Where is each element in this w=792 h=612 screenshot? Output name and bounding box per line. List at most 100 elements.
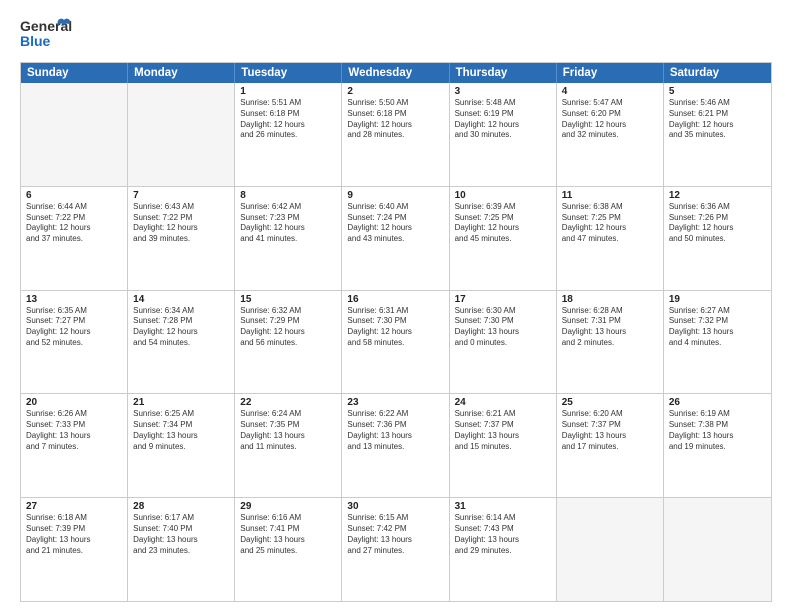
day-number: 15 [240, 294, 336, 305]
day-number: 4 [562, 86, 658, 97]
cell-line: Sunset: 7:39 PM [26, 524, 122, 535]
cell-line: Daylight: 13 hours [455, 535, 551, 546]
cell-line: Daylight: 13 hours [669, 431, 766, 442]
cell-line: Sunset: 7:41 PM [240, 524, 336, 535]
calendar-cell: 26Sunrise: 6:19 AMSunset: 7:38 PMDayligh… [664, 394, 771, 497]
day-number: 7 [133, 190, 229, 201]
cell-line: Sunrise: 6:38 AM [562, 202, 658, 213]
cell-line: and 25 minutes. [240, 546, 336, 557]
calendar-cell: 14Sunrise: 6:34 AMSunset: 7:28 PMDayligh… [128, 291, 235, 394]
day-number: 18 [562, 294, 658, 305]
cell-line: Sunrise: 6:42 AM [240, 202, 336, 213]
calendar-week-row: 27Sunrise: 6:18 AMSunset: 7:39 PMDayligh… [21, 497, 771, 601]
calendar-day-header: Monday [128, 63, 235, 83]
cell-line: and 2 minutes. [562, 338, 658, 349]
cell-line: and 21 minutes. [26, 546, 122, 557]
cell-line: Sunrise: 5:46 AM [669, 98, 766, 109]
day-number: 19 [669, 294, 766, 305]
day-number: 2 [347, 86, 443, 97]
cell-line: Sunrise: 5:50 AM [347, 98, 443, 109]
cell-line: Sunrise: 6:34 AM [133, 306, 229, 317]
cell-line: Daylight: 12 hours [562, 223, 658, 234]
calendar-cell: 22Sunrise: 6:24 AMSunset: 7:35 PMDayligh… [235, 394, 342, 497]
cell-line: Daylight: 12 hours [669, 120, 766, 131]
cell-line: and 28 minutes. [347, 130, 443, 141]
cell-line: Sunrise: 6:14 AM [455, 513, 551, 524]
svg-text:Blue: Blue [20, 33, 51, 49]
calendar-body: 1Sunrise: 5:51 AMSunset: 6:18 PMDaylight… [21, 83, 771, 601]
cell-line: Sunset: 7:40 PM [133, 524, 229, 535]
cell-line: and 26 minutes. [240, 130, 336, 141]
cell-line: Sunrise: 6:21 AM [455, 409, 551, 420]
cell-line: Sunrise: 6:16 AM [240, 513, 336, 524]
cell-line: Sunset: 7:28 PM [133, 316, 229, 327]
logo-svg: GeneralBlue [20, 16, 72, 54]
cell-line: and 30 minutes. [455, 130, 551, 141]
cell-line: Daylight: 12 hours [347, 223, 443, 234]
cell-line: and 47 minutes. [562, 234, 658, 245]
cell-line: Sunset: 7:42 PM [347, 524, 443, 535]
calendar-cell: 2Sunrise: 5:50 AMSunset: 6:18 PMDaylight… [342, 83, 449, 186]
cell-line: Sunset: 7:43 PM [455, 524, 551, 535]
cell-line: Daylight: 12 hours [562, 120, 658, 131]
cell-line: Sunset: 7:37 PM [455, 420, 551, 431]
calendar-week-row: 20Sunrise: 6:26 AMSunset: 7:33 PMDayligh… [21, 393, 771, 497]
cell-line: Sunset: 7:32 PM [669, 316, 766, 327]
calendar-cell: 29Sunrise: 6:16 AMSunset: 7:41 PMDayligh… [235, 498, 342, 601]
cell-line: Sunrise: 6:28 AM [562, 306, 658, 317]
cell-line: and 58 minutes. [347, 338, 443, 349]
calendar-cell: 3Sunrise: 5:48 AMSunset: 6:19 PMDaylight… [450, 83, 557, 186]
cell-line: and 29 minutes. [455, 546, 551, 557]
day-number: 26 [669, 397, 766, 408]
cell-line: Sunrise: 6:32 AM [240, 306, 336, 317]
cell-line: Sunset: 6:21 PM [669, 109, 766, 120]
cell-line: Sunrise: 6:17 AM [133, 513, 229, 524]
cell-line: Sunset: 7:37 PM [562, 420, 658, 431]
day-number: 9 [347, 190, 443, 201]
cell-line: and 17 minutes. [562, 442, 658, 453]
day-number: 14 [133, 294, 229, 305]
cell-line: Sunset: 7:26 PM [669, 213, 766, 224]
calendar-cell: 17Sunrise: 6:30 AMSunset: 7:30 PMDayligh… [450, 291, 557, 394]
cell-line: and 27 minutes. [347, 546, 443, 557]
calendar-cell: 10Sunrise: 6:39 AMSunset: 7:25 PMDayligh… [450, 187, 557, 290]
calendar-week-row: 13Sunrise: 6:35 AMSunset: 7:27 PMDayligh… [21, 290, 771, 394]
cell-line: and 7 minutes. [26, 442, 122, 453]
calendar-cell: 21Sunrise: 6:25 AMSunset: 7:34 PMDayligh… [128, 394, 235, 497]
cell-line: Sunset: 7:23 PM [240, 213, 336, 224]
calendar-day-header: Sunday [21, 63, 128, 83]
calendar-cell: 23Sunrise: 6:22 AMSunset: 7:36 PMDayligh… [342, 394, 449, 497]
cell-line: Sunset: 7:35 PM [240, 420, 336, 431]
day-number: 27 [26, 501, 122, 512]
cell-line: Sunrise: 6:26 AM [26, 409, 122, 420]
cell-line: Sunset: 7:24 PM [347, 213, 443, 224]
day-number: 28 [133, 501, 229, 512]
calendar-day-header: Friday [557, 63, 664, 83]
cell-line: Sunrise: 6:40 AM [347, 202, 443, 213]
calendar-cell: 1Sunrise: 5:51 AMSunset: 6:18 PMDaylight… [235, 83, 342, 186]
header: GeneralBlue [20, 16, 772, 54]
cell-line: Sunrise: 6:44 AM [26, 202, 122, 213]
cell-line: Daylight: 13 hours [240, 535, 336, 546]
cell-line: and 11 minutes. [240, 442, 336, 453]
day-number: 22 [240, 397, 336, 408]
cell-line: Sunrise: 6:31 AM [347, 306, 443, 317]
day-number: 10 [455, 190, 551, 201]
day-number: 30 [347, 501, 443, 512]
cell-line: and 52 minutes. [26, 338, 122, 349]
cell-line: Daylight: 12 hours [455, 120, 551, 131]
cell-line: Sunset: 7:25 PM [455, 213, 551, 224]
calendar-cell: 28Sunrise: 6:17 AMSunset: 7:40 PMDayligh… [128, 498, 235, 601]
cell-line: Sunset: 7:36 PM [347, 420, 443, 431]
calendar-cell: 7Sunrise: 6:43 AMSunset: 7:22 PMDaylight… [128, 187, 235, 290]
calendar-cell: 20Sunrise: 6:26 AMSunset: 7:33 PMDayligh… [21, 394, 128, 497]
cell-line: Sunset: 7:38 PM [669, 420, 766, 431]
calendar-cell: 15Sunrise: 6:32 AMSunset: 7:29 PMDayligh… [235, 291, 342, 394]
cell-line: Sunset: 6:20 PM [562, 109, 658, 120]
calendar: SundayMondayTuesdayWednesdayThursdayFrid… [20, 62, 772, 602]
cell-line: Sunset: 7:25 PM [562, 213, 658, 224]
day-number: 13 [26, 294, 122, 305]
day-number: 23 [347, 397, 443, 408]
cell-line: Daylight: 13 hours [562, 327, 658, 338]
cell-line: Daylight: 12 hours [240, 327, 336, 338]
